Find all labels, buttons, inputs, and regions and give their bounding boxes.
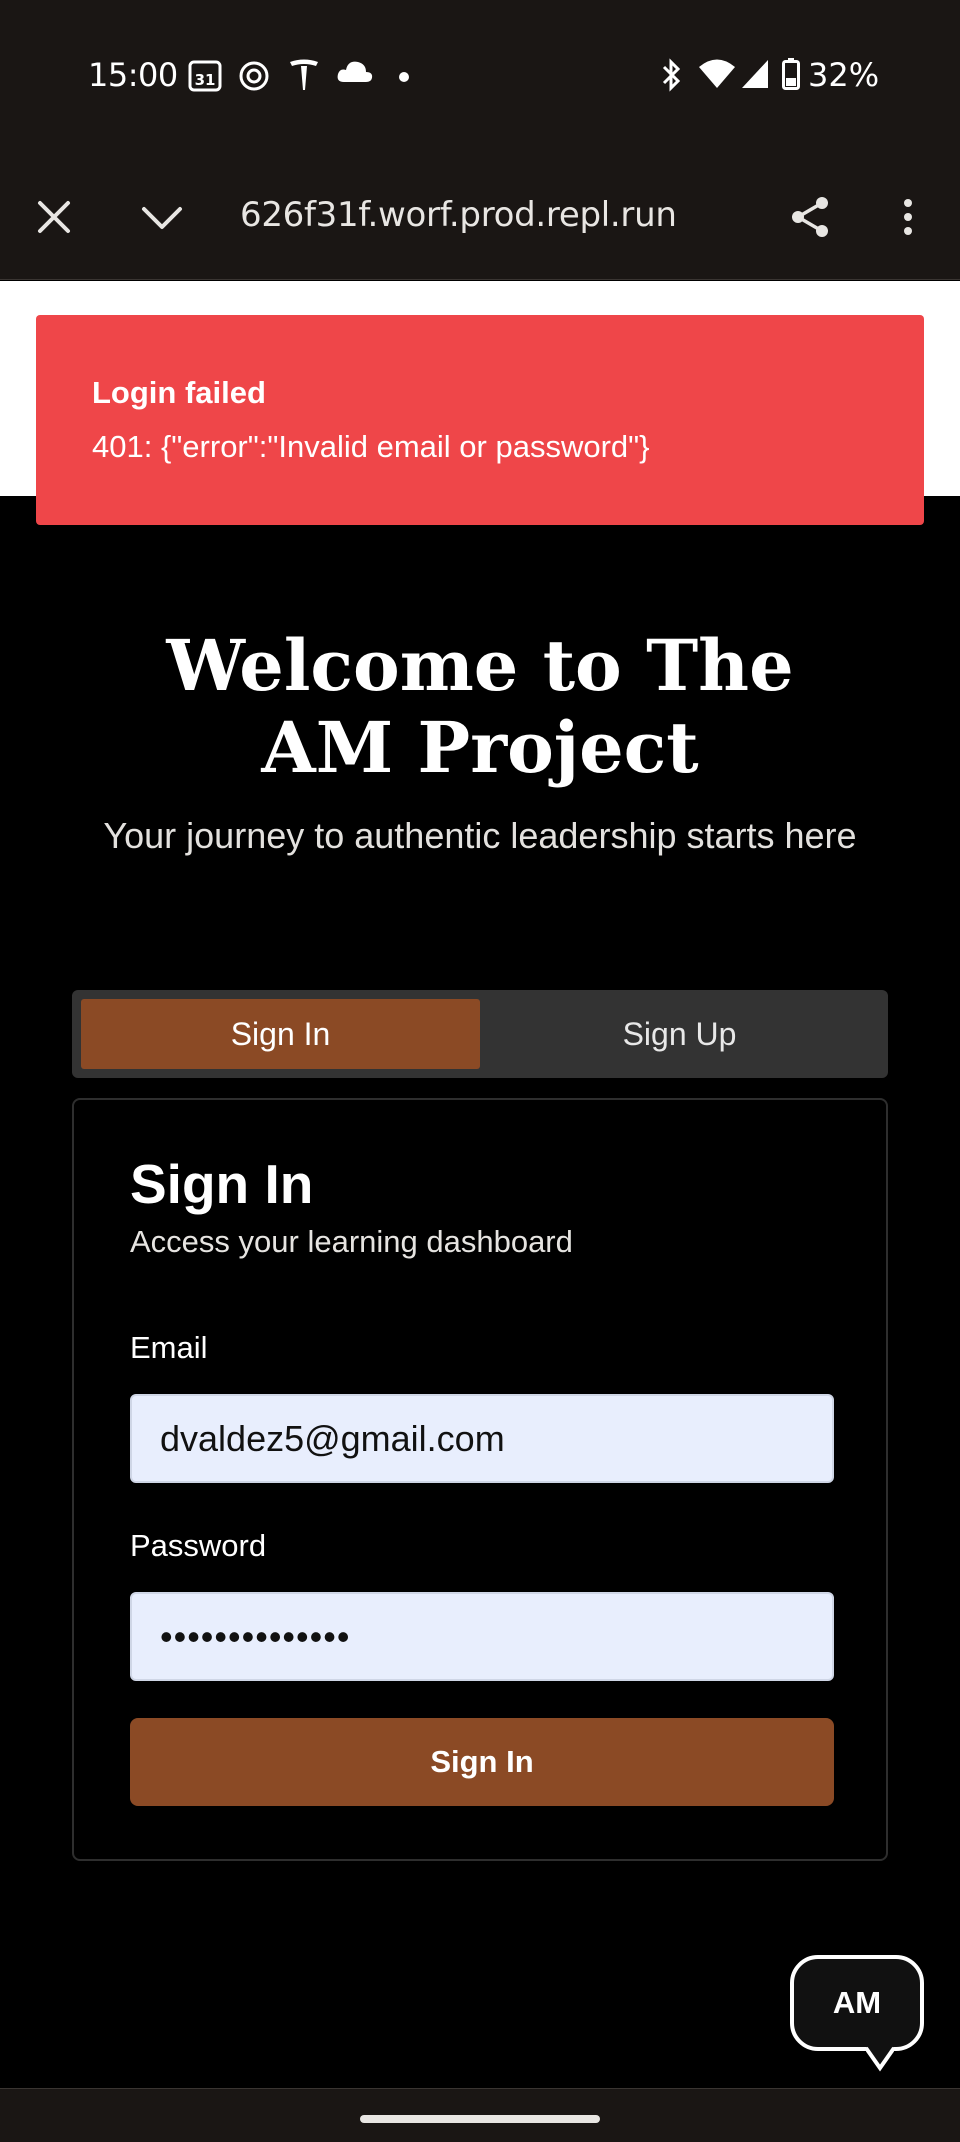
- dot-icon: [398, 70, 410, 88]
- cloud-icon: [336, 58, 374, 93]
- cell-signal-icon: [740, 58, 770, 95]
- password-label: Password: [130, 1528, 267, 1563]
- sign-in-card: Sign In Access your learning dashboard E…: [72, 1098, 888, 1861]
- wifi-icon: [698, 58, 736, 95]
- chevron-down-icon[interactable]: [138, 193, 186, 241]
- tesla-icon: [288, 58, 320, 97]
- close-icon[interactable]: [30, 193, 78, 241]
- error-toast[interactable]: Login failed 401: {"error":"Invalid emai…: [36, 315, 924, 525]
- email-label: Email: [130, 1330, 208, 1365]
- system-nav-bar: [0, 2088, 960, 2142]
- page-title: Welcome to The AM Project: [166, 624, 794, 789]
- sign-in-button[interactable]: Sign In: [130, 1718, 834, 1806]
- calendar-day: 31: [195, 71, 216, 89]
- share-icon[interactable]: [786, 193, 834, 241]
- status-bar: 15:00 31 32%: [0, 0, 960, 155]
- toast-title: Login failed: [92, 375, 266, 410]
- calendar-icon: 31: [188, 58, 222, 97]
- auth-tabs: Sign In Sign Up: [72, 990, 888, 1078]
- chat-button[interactable]: AM: [790, 1955, 924, 2051]
- home-indicator[interactable]: [360, 2115, 600, 2123]
- battery-percent: 32%: [808, 56, 880, 94]
- browser-toolbar: 626f31f.worf.prod.repl.run: [0, 155, 960, 280]
- password-field[interactable]: [130, 1592, 834, 1681]
- bluetooth-icon: [660, 58, 684, 97]
- tab-sign-in[interactable]: Sign In: [81, 999, 480, 1069]
- tab-sign-up[interactable]: Sign Up: [480, 999, 879, 1069]
- chat-tail-icon: [866, 2046, 894, 2072]
- more-vert-icon[interactable]: [884, 193, 932, 241]
- openai-icon: [236, 58, 272, 99]
- page-subtitle: Your journey to authentic leadership sta…: [103, 815, 857, 856]
- form-subtitle: Access your learning dashboard: [130, 1224, 573, 1259]
- battery-icon: [782, 58, 800, 95]
- url-bar[interactable]: 626f31f.worf.prod.repl.run: [240, 195, 700, 239]
- status-time: 15:00: [88, 56, 178, 94]
- form-title: Sign In: [130, 1153, 314, 1215]
- email-field[interactable]: [130, 1394, 834, 1483]
- toast-message: 401: {"error":"Invalid email or password…: [92, 429, 650, 464]
